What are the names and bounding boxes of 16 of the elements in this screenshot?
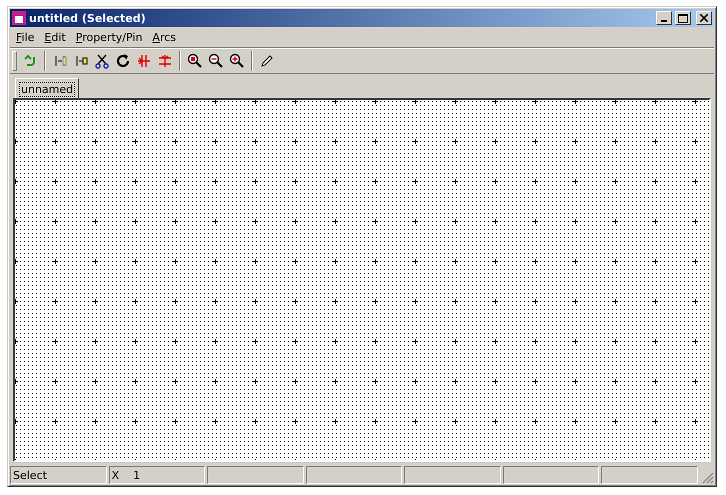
minimize-button[interactable] bbox=[656, 11, 672, 25]
menu-item[interactable]: Arcs bbox=[148, 30, 180, 44]
maximize-button[interactable] bbox=[675, 11, 691, 25]
resize-grip-icon[interactable] bbox=[700, 470, 714, 484]
window-title: untitled (Selected) bbox=[29, 12, 147, 24]
status-text: Select bbox=[13, 468, 47, 482]
status-value: 1 bbox=[133, 468, 140, 482]
menu-item[interactable]: File bbox=[12, 30, 38, 44]
close-icon bbox=[700, 14, 708, 22]
tab[interactable]: unnamed bbox=[15, 78, 80, 100]
close-button[interactable] bbox=[696, 11, 712, 25]
status-text: X bbox=[112, 468, 120, 482]
app-icon bbox=[12, 11, 26, 25]
maximize-icon bbox=[678, 14, 688, 22]
menu-item[interactable]: Edit bbox=[40, 30, 70, 44]
menu-item[interactable]: Property/Pin bbox=[72, 30, 146, 44]
